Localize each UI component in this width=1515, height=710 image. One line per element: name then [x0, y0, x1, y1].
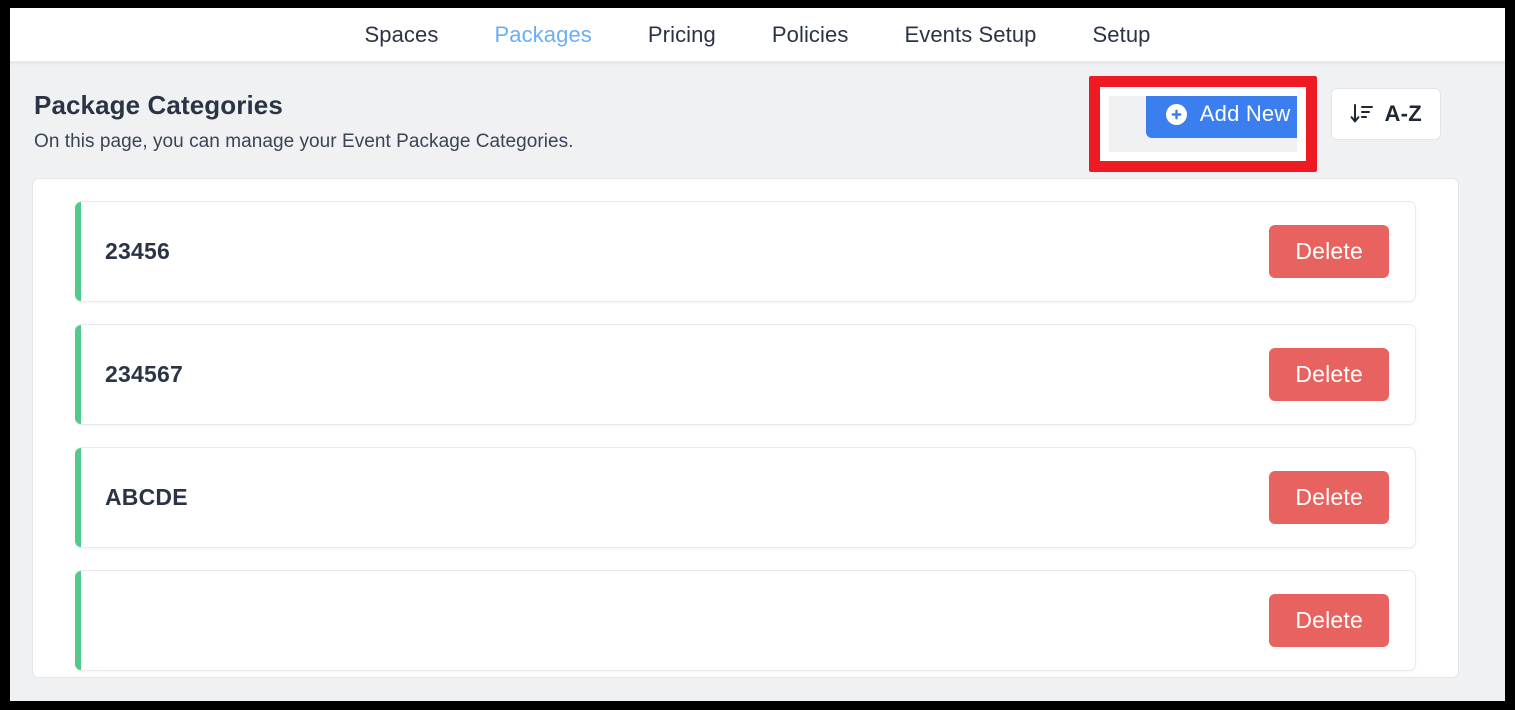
- nav-tab-policies[interactable]: Policies: [744, 8, 877, 62]
- header-actions: Add New A-Z: [1146, 88, 1441, 140]
- nav-tab-setup[interactable]: Setup: [1065, 8, 1179, 62]
- table-row[interactable]: ABCDE Delete: [75, 447, 1416, 548]
- table-row[interactable]: 234567 Delete: [75, 324, 1416, 425]
- package-categories-list: 23456 Delete 234567 Delete ABCDE Delete …: [32, 178, 1459, 678]
- delete-button[interactable]: Delete: [1269, 225, 1389, 278]
- sort-az-label: A-Z: [1384, 101, 1422, 127]
- category-name: 23456: [105, 238, 170, 265]
- delete-button[interactable]: Delete: [1269, 471, 1389, 524]
- page-header: Package Categories On this page, you can…: [10, 66, 1505, 178]
- table-row[interactable]: 23456 Delete: [75, 201, 1416, 302]
- add-new-label: Add New: [1200, 101, 1291, 127]
- sort-az-button[interactable]: A-Z: [1331, 88, 1441, 140]
- nav-tab-events-setup[interactable]: Events Setup: [876, 8, 1064, 62]
- category-name: 234567: [105, 361, 183, 388]
- plus-circle-icon: [1166, 104, 1187, 125]
- app-viewport: Spaces Packages Pricing Policies Events …: [10, 8, 1505, 701]
- screenshot-frame: Spaces Packages Pricing Policies Events …: [0, 0, 1515, 710]
- delete-button[interactable]: Delete: [1269, 594, 1389, 647]
- add-new-button[interactable]: Add New: [1146, 90, 1317, 138]
- sort-amount-down-icon: [1350, 103, 1374, 125]
- table-row[interactable]: Delete: [75, 570, 1416, 671]
- nav-tab-spaces[interactable]: Spaces: [336, 8, 466, 62]
- category-name: ABCDE: [105, 484, 188, 511]
- delete-button[interactable]: Delete: [1269, 348, 1389, 401]
- main-navigation: Spaces Packages Pricing Policies Events …: [10, 8, 1505, 62]
- nav-tab-pricing[interactable]: Pricing: [620, 8, 744, 62]
- nav-tab-packages[interactable]: Packages: [466, 8, 619, 62]
